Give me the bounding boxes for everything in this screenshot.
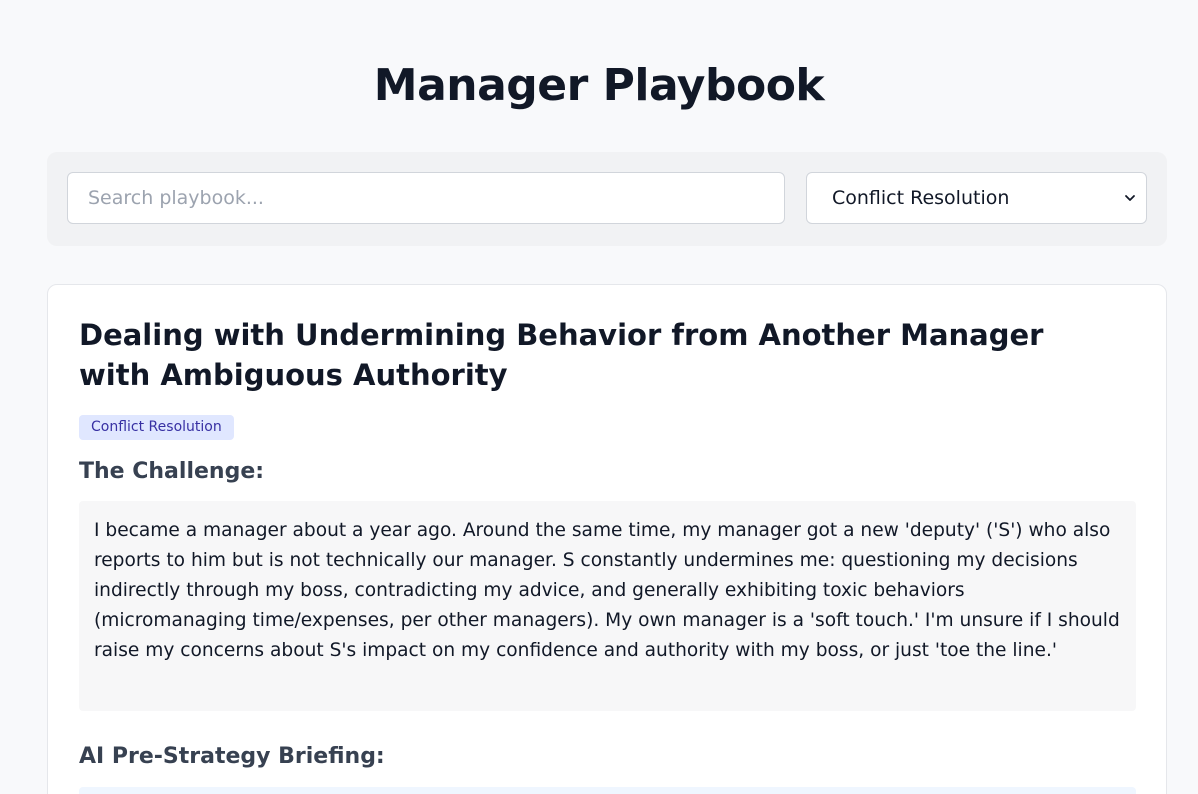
playbook-page: Manager Playbook Conflict Resolution Dea… xyxy=(0,0,1198,794)
page-title: Manager Playbook xyxy=(373,60,825,111)
category-select[interactable]: Conflict Resolution xyxy=(806,172,1147,224)
chevron-down-icon xyxy=(1125,195,1135,201)
filter-bar: Conflict Resolution xyxy=(47,152,1167,246)
challenge-box: I became a manager about a year ago. Aro… xyxy=(79,501,1136,711)
entry-title: Dealing with Undermining Behavior from A… xyxy=(79,318,1044,392)
briefing-heading: AI Pre-Strategy Briefing: xyxy=(79,744,385,769)
category-tag: Conflict Resolution xyxy=(79,415,234,440)
challenge-text: I became a manager about a year ago. Aro… xyxy=(94,520,1120,661)
playbook-entry-card: Dealing with Undermining Behavior from A… xyxy=(47,284,1167,794)
category-select-value: Conflict Resolution xyxy=(832,187,1010,209)
search-input[interactable] xyxy=(67,172,785,224)
briefing-box xyxy=(79,787,1136,794)
challenge-heading: The Challenge: xyxy=(79,459,265,484)
